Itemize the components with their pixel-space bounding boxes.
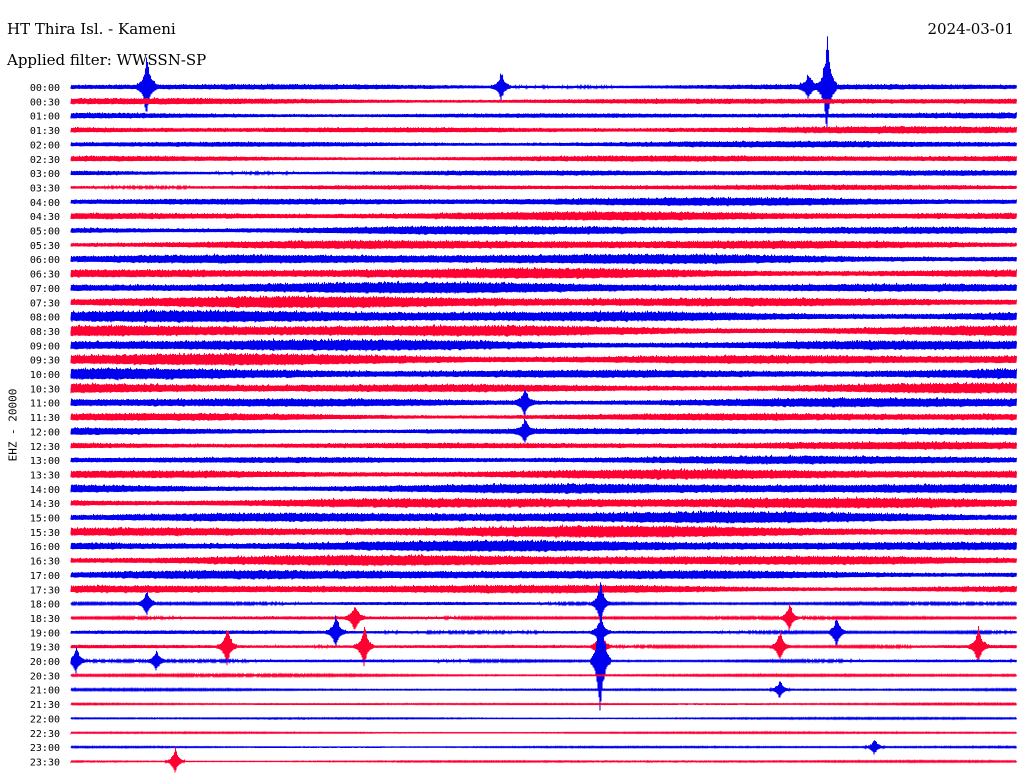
time-label: 19:00	[30, 628, 60, 639]
time-label: 11:00	[30, 399, 60, 410]
trace-row	[70, 584, 1017, 594]
trace-row	[70, 389, 1017, 416]
trace-row	[70, 468, 1017, 481]
helicorder-plot: 00:00 00:30 01:00 01:30 02:00 02:30 03:00 03:30…	[30, 36, 1017, 773]
trace-row	[70, 418, 1017, 443]
time-label: 08:00	[30, 313, 60, 324]
time-label: 11:30	[30, 413, 60, 424]
time-label: 14:00	[30, 485, 60, 496]
time-label: 03:30	[30, 183, 60, 194]
time-label: 00:30	[30, 97, 60, 108]
trace-row	[70, 324, 1017, 337]
time-label: 18:30	[30, 614, 60, 625]
trace-row	[70, 412, 1017, 421]
trace-row	[70, 615, 1017, 648]
time-label: 16:00	[30, 542, 60, 553]
time-label: 04:30	[30, 212, 60, 223]
time-label: 18:00	[30, 600, 60, 611]
time-label: 13:00	[30, 456, 60, 467]
time-label: 00:00	[30, 83, 60, 94]
trace-row	[70, 381, 1017, 394]
trace-row	[70, 716, 1017, 721]
time-label: 02:00	[30, 140, 60, 151]
time-label: 21:00	[30, 686, 60, 697]
trace-row	[70, 280, 1017, 294]
trace-row	[70, 210, 1017, 221]
time-label: 05:00	[30, 227, 60, 238]
trace-row	[70, 524, 1017, 539]
time-label: 03:00	[30, 169, 60, 180]
trace-row	[70, 701, 1017, 707]
trace-row	[70, 483, 1017, 495]
trace-row	[70, 125, 1017, 135]
trace-row	[70, 569, 1017, 580]
time-label: 12:30	[30, 442, 60, 453]
trace-row	[70, 155, 1017, 163]
time-label: 09:00	[30, 341, 60, 352]
trace-row	[70, 97, 1017, 105]
time-label-group: 00:00 00:30 01:00 01:30 02:00 02:30 03:00 03:30…	[30, 83, 60, 768]
time-label: 19:30	[30, 643, 60, 654]
time-label: 15:00	[30, 514, 60, 525]
time-label: 08:30	[30, 327, 60, 338]
time-label: 22:30	[30, 729, 60, 740]
time-label: 17:30	[30, 585, 60, 596]
trace-row	[70, 239, 1017, 250]
time-label: 05:30	[30, 241, 60, 252]
trace-row	[70, 454, 1017, 465]
time-label: 12:00	[30, 427, 60, 438]
trace-row	[70, 730, 1017, 736]
trace-row	[70, 367, 1017, 381]
time-label: 10:30	[30, 384, 60, 395]
time-label: 09:30	[30, 356, 60, 367]
trace-row	[70, 440, 1017, 451]
time-label: 07:00	[30, 284, 60, 295]
time-label: 21:30	[30, 700, 60, 711]
trace-row	[70, 496, 1017, 509]
time-label: 17:00	[30, 571, 60, 582]
trace-row	[70, 539, 1017, 553]
trace-row	[70, 266, 1017, 280]
trace-row	[70, 196, 1017, 207]
trace-group	[70, 36, 1017, 773]
trace-row	[70, 672, 1017, 679]
trace-row	[70, 225, 1017, 236]
time-label: 23:00	[30, 743, 60, 754]
time-label: 16:30	[30, 557, 60, 568]
trace-row	[70, 681, 1017, 698]
time-label: 07:30	[30, 298, 60, 309]
trace-row	[70, 112, 1017, 119]
trace-row	[70, 352, 1017, 366]
time-label: 06:30	[30, 270, 60, 281]
time-label: 20:00	[30, 657, 60, 668]
trace-row	[70, 294, 1017, 309]
time-label: 02:30	[30, 155, 60, 166]
trace-row	[70, 169, 1017, 177]
time-label: 06:00	[30, 255, 60, 266]
time-label: 23:30	[30, 757, 60, 768]
trace-row	[70, 338, 1017, 352]
trace-row	[70, 309, 1017, 324]
trace-row	[70, 140, 1017, 148]
trace-row	[70, 510, 1017, 524]
time-label: 01:00	[30, 112, 60, 123]
time-label: 14:30	[30, 499, 60, 510]
time-label: 04:00	[30, 198, 60, 209]
time-label: 20:30	[30, 671, 60, 682]
trace-row	[70, 740, 1017, 755]
trace-row	[70, 184, 1017, 191]
trace-row	[70, 603, 1017, 631]
time-label: 13:30	[30, 470, 60, 481]
time-label: 22:00	[30, 714, 60, 725]
time-label: 10:00	[30, 370, 60, 381]
trace-row	[70, 252, 1017, 265]
time-label: 01:30	[30, 126, 60, 137]
trace-row	[70, 554, 1017, 567]
time-label: 15:30	[30, 528, 60, 539]
